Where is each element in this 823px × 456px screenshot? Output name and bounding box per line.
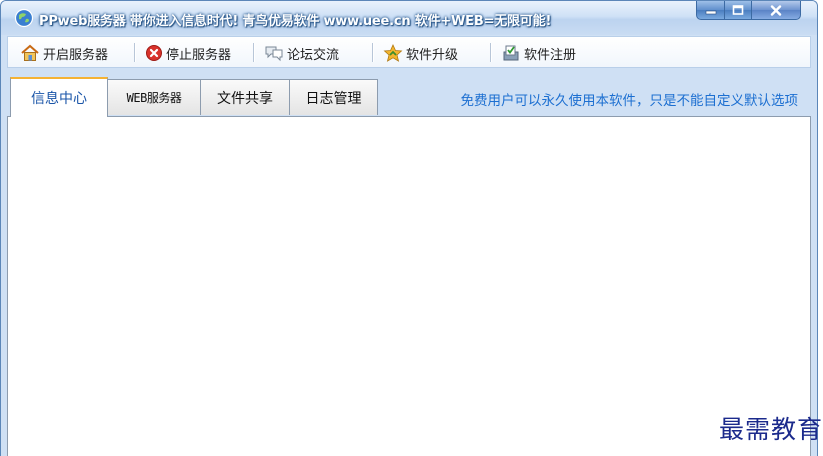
close-button[interactable] (752, 1, 801, 20)
tab-info-center[interactable]: 信息中心 (10, 77, 108, 117)
tab-container: 信息中心 WEB服务器 文件共享 日志管理 免费用户可以永久使用本软件，只是不能… (7, 71, 811, 456)
start-server-label: 开启服务器 (43, 47, 109, 63)
toolbar-separator (372, 43, 373, 62)
free-user-notice: 免费用户可以永久使用本软件，只是不能自定义默认选项 (460, 93, 799, 109)
maximize-button[interactable] (725, 1, 752, 20)
toolbar-separator (490, 43, 491, 62)
title-bar[interactable]: PPweb服务器 带你进入信息时代! 青鸟优易软件 www.uee.cn 软件+… (1, 1, 817, 35)
forum-button[interactable]: 论坛交流 (264, 43, 339, 63)
tab-content-panel (7, 116, 811, 456)
minimize-button[interactable] (696, 1, 725, 20)
forum-label: 论坛交流 (287, 47, 340, 63)
register-label: 软件注册 (524, 47, 577, 63)
upgrade-star-icon (383, 44, 403, 62)
minimize-icon (705, 10, 716, 15)
register-icon (503, 45, 519, 61)
watermark-text: 最需教育 (718, 415, 823, 444)
upgrade-button[interactable]: 软件升级 (383, 43, 458, 63)
chat-icon (265, 46, 283, 62)
app-globe-icon (14, 8, 34, 28)
toolbar-separator (253, 43, 254, 62)
home-icon (21, 44, 39, 61)
tab-file-share-label: 文件共享 (217, 90, 273, 107)
tab-log-management[interactable]: 日志管理 (289, 79, 378, 115)
tab-info-center-label: 信息中心 (31, 91, 87, 107)
window-controls (696, 1, 801, 21)
upgrade-label: 软件升级 (406, 47, 459, 63)
tab-web-server-label: WEB服务器 (126, 91, 182, 105)
app-window: PPweb服务器 带你进入信息时代! 青鸟优易软件 www.uee.cn 软件+… (0, 0, 818, 456)
tab-file-share[interactable]: 文件共享 (200, 79, 290, 115)
stop-server-label: 停止服务器 (166, 47, 232, 63)
register-button[interactable]: 软件注册 (501, 43, 576, 63)
close-icon (770, 4, 782, 16)
maximize-icon (732, 5, 744, 15)
stop-server-button[interactable]: 停止服务器 (145, 43, 231, 63)
stop-icon (146, 45, 162, 61)
toolbar: 开启服务器 停止服务器 论坛交流 软件升级 软件注册 (7, 36, 811, 68)
tab-log-management-label: 日志管理 (305, 90, 362, 107)
window-title: PPweb服务器 带你进入信息时代! 青鸟优易软件 www.uee.cn 软件+… (39, 14, 552, 29)
tab-web-server[interactable]: WEB服务器 (107, 79, 201, 115)
start-server-button[interactable]: 开启服务器 (20, 43, 108, 63)
toolbar-separator (134, 43, 135, 62)
